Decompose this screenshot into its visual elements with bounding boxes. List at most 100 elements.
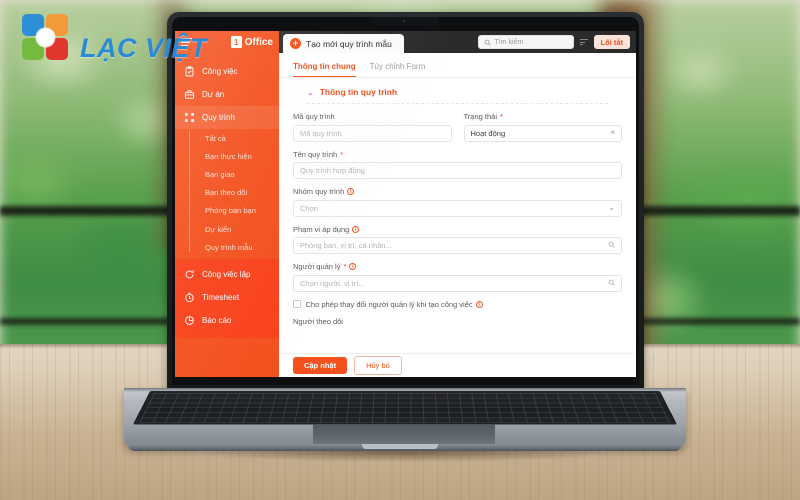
search-icon[interactable] <box>608 279 615 288</box>
filter-icon[interactable] <box>579 39 588 45</box>
office-app: 1 Office + Tạo mới quy trình mẫu Tìm kiế… <box>175 31 636 377</box>
content-pane: Thông tin chung Tùy chỉnh Form ⌄ Thông t… <box>279 53 636 377</box>
sidebar-item-timesheet[interactable]: Timesheet <box>175 286 279 309</box>
checkbox-icon[interactable] <box>293 300 301 308</box>
sidebar-subnav-quy-trinh: Tất cả Bạn thực hiện Bạn giao Bạn theo d… <box>175 129 279 256</box>
sidebar: Công việc Dự án Quy trình Tất cả Bạn thự… <box>175 53 279 377</box>
clock-icon <box>184 292 195 303</box>
sidebar-item-label: Quy trình <box>202 113 235 122</box>
office-label: Office <box>244 36 273 48</box>
sidebar-subitem-quy-trinh-mau[interactable]: Quy trình mẫu <box>192 238 279 256</box>
sidebar-item-label: Công việc lặp <box>202 270 251 280</box>
office-logo[interactable]: 1 Office <box>230 36 273 48</box>
info-icon[interactable]: i <box>349 263 357 270</box>
select-nhom-quy-trinh[interactable]: Chọn ⌄ <box>293 199 622 217</box>
content-tabs: Thông tin chung Tùy chỉnh Form <box>279 53 636 78</box>
sidebar-subitem-ban-theo-doi[interactable]: Bạn theo dõi <box>192 184 279 202</box>
input-ten-quy-trinh[interactable]: Quy trình hợp đồng <box>293 162 622 179</box>
label-text: Người quản lý <box>293 262 341 271</box>
label-text: Người theo dõi <box>293 316 343 326</box>
sidebar-item-cong-viec-lap[interactable]: Công việc lặp <box>175 263 279 286</box>
placeholder-text: Phòng ban, vị trí, cá nhân... <box>300 241 392 250</box>
label-nhom-quy-trinh: Nhóm quy trình i <box>293 187 622 196</box>
field-group-ten-quy-trinh: Tên quy trình * Quy trình hợp đồng <box>293 150 622 179</box>
label-text: Tên quy trình <box>293 149 338 159</box>
report-chart-icon <box>184 315 195 326</box>
topbar-right: Tìm kiếm Lối tắt <box>477 31 636 53</box>
submit-button[interactable]: Cập nhật <box>293 357 348 374</box>
office-mark-icon: 1 <box>230 36 242 48</box>
info-icon[interactable]: i <box>475 300 483 308</box>
briefcase-icon <box>184 89 195 100</box>
checkbox-label: Cho phép thay đổi người quản lý khi tạo … <box>306 300 483 309</box>
section-wrapper: ⌄ Thông tin quy trình <box>279 78 636 104</box>
label-ten-quy-trinh: Tên quy trình * <box>293 150 622 159</box>
tab-thong-tin-chung[interactable]: Thông tin chung <box>293 62 356 77</box>
form-action-bar: Cập nhật Hủy bỏ <box>279 353 636 377</box>
selected-value: Hoạt động <box>470 128 506 138</box>
shortcut-button[interactable]: Lối tắt <box>593 35 630 49</box>
info-icon[interactable]: i <box>347 188 355 195</box>
laptop-camera-notch <box>372 17 438 26</box>
input-nguoi-quan-ly[interactable]: Chọn người, vị trí... <box>293 274 622 292</box>
tab-tao-moi-quy-trinh-mau[interactable]: + Tạo mới quy trình mẫu <box>283 34 404 53</box>
checkbox-row-allow-change-manager[interactable]: Cho phép thay đổi người quản lý khi tạo … <box>293 300 622 309</box>
sidebar-subitem-du-kien[interactable]: Dự kiến <box>192 220 279 238</box>
tab-strip: + Tạo mới quy trình mẫu <box>279 31 478 53</box>
app-body: Công việc Dự án Quy trình Tất cả Bạn thự… <box>175 53 636 377</box>
info-icon[interactable]: i <box>352 225 360 233</box>
placeholder-text: Chọn người, vị trí... <box>300 278 365 288</box>
sidebar-lower-group: Công việc lặp Timesheet Báo cáo <box>175 259 279 339</box>
tab-tuy-chinh-form[interactable]: Tùy chỉnh Form <box>370 62 426 77</box>
placeholder-text: Chọn <box>300 203 318 213</box>
laptop-camera-dot <box>403 20 405 22</box>
input-pham-vi-ap-dung[interactable]: Phòng ban, vị trí, cá nhân... <box>293 237 622 254</box>
label-text: Trạng thái <box>463 112 498 121</box>
label-text: Phạm vi áp dụng <box>293 224 350 234</box>
section-title: Thông tin quy trình <box>319 87 398 97</box>
search-input[interactable]: Tìm kiếm <box>477 35 574 49</box>
sidebar-subitem-phong-ban-ban[interactable]: Phòng ban bạn <box>192 202 279 220</box>
checkbox-label-text: Cho phép thay đổi người quản lý khi tạo … <box>305 299 473 309</box>
tab-label: Tạo mới quy trình mẫu <box>306 38 392 49</box>
sidebar-item-bao-cao[interactable]: Báo cáo <box>175 309 279 332</box>
field-group-trang-thai: Trạng thái * Hoạt động × <box>463 112 623 142</box>
logo-mark-icon <box>22 14 72 62</box>
process-form: Mã quy trình Mã quy trình Trạng thái * H… <box>279 104 636 377</box>
field-group-nguoi-quan-ly: Người quản lý * i Chọn người, vị trí... <box>293 262 622 292</box>
label-text: Mã quy trình <box>293 112 335 121</box>
plus-circle-icon: + <box>290 38 301 49</box>
field-group-ma-quy-trinh: Mã quy trình Mã quy trình <box>293 112 452 142</box>
sidebar-subitem-ban-thuc-hien[interactable]: Bạn thực hiện <box>192 147 279 165</box>
search-icon[interactable] <box>608 241 615 250</box>
input-ma-quy-trinh[interactable]: Mã quy trình <box>293 124 452 142</box>
field-group-pham-vi-ap-dung: Phạm vi áp dụng i Phòng ban, vị trí, cá … <box>293 225 622 254</box>
clear-icon[interactable]: × <box>610 129 615 137</box>
sidebar-item-du-an[interactable]: Dự án <box>175 83 279 106</box>
label-nguoi-theo-doi: Người theo dõi <box>293 317 622 326</box>
chevron-down-icon: ⌄ <box>608 203 615 212</box>
label-trang-thai: Trạng thái * <box>464 112 623 121</box>
app-topbar: 1 Office + Tạo mới quy trình mẫu Tìm kiế… <box>175 31 636 53</box>
label-pham-vi-ap-dung: Phạm vi áp dụng i <box>293 225 622 234</box>
sidebar-item-label: Công việc <box>202 67 238 76</box>
section-header-thong-tin-quy-trinh[interactable]: ⌄ Thông tin quy trình <box>307 78 608 104</box>
label-ma-quy-trinh: Mã quy trình <box>293 112 452 121</box>
workflow-icon <box>184 112 195 123</box>
sidebar-subitem-tat-ca[interactable]: Tất cả <box>192 129 279 147</box>
field-group-nhom-quy-trinh: Nhóm quy trình i Chọn ⌄ <box>293 187 622 217</box>
placeholder-text: Mã quy trình <box>300 128 342 138</box>
sidebar-subitem-ban-giao[interactable]: Bạn giao <box>192 165 279 183</box>
sidebar-item-quy-trinh[interactable]: Quy trình <box>175 106 279 129</box>
cancel-button[interactable]: Hủy bỏ <box>354 356 402 375</box>
logo-wordmark: LẠC VIỆT <box>80 33 208 63</box>
required-marker: * <box>500 112 503 121</box>
input-trang-thai[interactable]: Hoạt động × <box>463 124 622 142</box>
sidebar-item-label: Dự án <box>202 90 225 99</box>
chevron-down-icon: ⌄ <box>307 87 314 97</box>
trackpad <box>313 424 495 445</box>
search-placeholder: Tìm kiếm <box>494 38 524 46</box>
logo-center-circle <box>37 29 54 46</box>
laptop-front-notch <box>362 444 438 449</box>
placeholder-text: Quy trình hợp đồng <box>300 166 365 175</box>
